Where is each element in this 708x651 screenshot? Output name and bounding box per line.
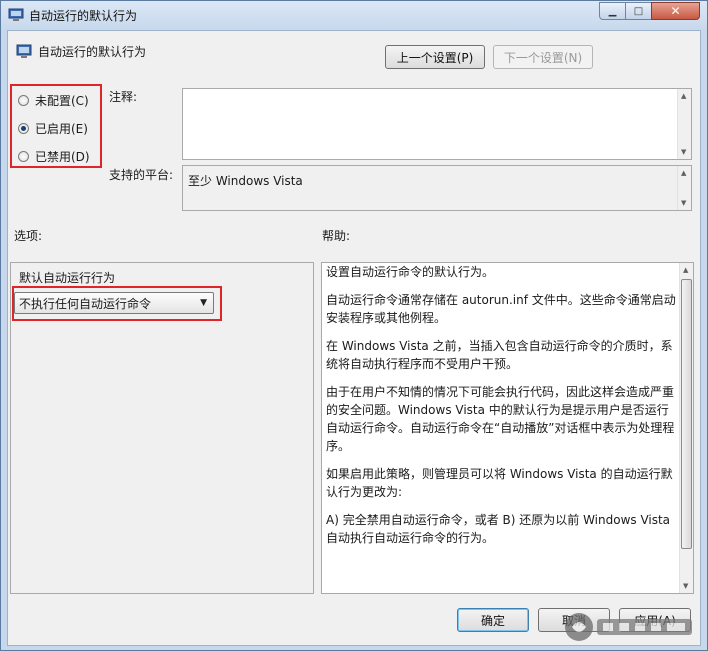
help-paragraph: 由于在用户不知情的情况下可能会执行代码，因此这样会造成严重的安全问题。Windo… xyxy=(326,385,675,453)
maximize-icon: □ xyxy=(633,5,644,17)
options-label: 选项: xyxy=(14,229,43,243)
maximize-button[interactable]: □ xyxy=(625,2,652,20)
help-text: 设置自动运行命令的默认行为。 自动运行命令通常存储在 autorun.inf 文… xyxy=(326,263,676,557)
help-scroll-thumb[interactable] xyxy=(681,279,692,549)
window-title: 自动运行的默认行为 xyxy=(29,9,138,23)
help-paragraph: 设置自动运行命令的默认行为。 xyxy=(326,265,495,279)
minimize-button[interactable]: ▁ xyxy=(599,2,626,20)
platform-value: 至少 Windows Vista xyxy=(188,174,303,188)
radio-button[interactable] xyxy=(18,95,29,106)
policy-settings-icon xyxy=(8,8,24,21)
radio-enabled[interactable]: 已启用(E) xyxy=(18,120,88,137)
next-setting-button[interactable]: 下一个设置(N) xyxy=(493,45,593,69)
help-paragraph: 在 Windows Vista 之前，当插入包含自动运行命令的介质时，系统将自动… xyxy=(326,339,673,371)
help-paragraph: 自动运行命令通常存储在 autorun.inf 文件中。这些命令通常启动安装程序… xyxy=(326,293,676,325)
setting-title: 自动运行的默认行为 xyxy=(38,45,147,59)
scroll-down-icon[interactable]: ▼ xyxy=(681,148,686,156)
close-button[interactable]: ✕ xyxy=(651,2,700,20)
site-watermark xyxy=(565,613,692,641)
comment-label: 注释: xyxy=(109,90,138,104)
radio-button[interactable] xyxy=(18,151,29,162)
scroll-up-icon[interactable]: ▲ xyxy=(681,169,686,177)
scroll-down-icon[interactable]: ▼ xyxy=(683,582,688,590)
dialog-client-area: 自动运行的默认行为 上一个设置(P) 下一个设置(N) 未配置(C) 已启用(E… xyxy=(7,30,701,646)
platform-scrollbar[interactable]: ▲ ▼ xyxy=(677,166,691,210)
scroll-down-icon[interactable]: ▼ xyxy=(681,199,686,207)
close-icon: ✕ xyxy=(670,4,681,18)
help-paragraph: A) 完全禁用自动运行命令，或者 B) 还原为以前 Windows Vista … xyxy=(326,513,671,545)
platform-field: 至少 Windows Vista ▲ ▼ xyxy=(182,165,692,211)
comment-textarea[interactable]: ▲ ▼ xyxy=(182,88,692,160)
help-panel: 设置自动运行命令的默认行为。 自动运行命令通常存储在 autorun.inf 文… xyxy=(321,262,694,594)
ok-button[interactable]: 确定 xyxy=(457,608,529,632)
platform-label: 支持的平台: xyxy=(109,168,174,182)
title-bar[interactable]: 自动运行的默认行为 ▁ □ ✕ xyxy=(1,1,707,29)
radio-label: 未配置(C) xyxy=(35,94,89,108)
minimize-icon: ▁ xyxy=(608,5,617,17)
radio-button[interactable] xyxy=(18,123,29,134)
policy-settings-icon xyxy=(16,44,32,58)
dropdown-value: 不执行任何自动运行命令 xyxy=(19,296,152,311)
help-scrollbar[interactable]: ▲ ▼ xyxy=(679,263,693,593)
scroll-up-icon[interactable]: ▲ xyxy=(683,266,688,274)
help-paragraph: 如果启用此策略，则管理员可以将 Windows Vista 的自动运行默认行为更… xyxy=(326,467,673,499)
autorun-behavior-dropdown[interactable]: 不执行任何自动运行命令 ▼ xyxy=(14,292,214,314)
radio-not-configured[interactable]: 未配置(C) xyxy=(18,92,89,109)
previous-setting-button[interactable]: 上一个设置(P) xyxy=(385,45,485,69)
radio-label: 已启用(E) xyxy=(35,122,88,136)
dialog-window: 自动运行的默认行为 ▁ □ ✕ 自动运行的默认行为 上一个设置(P) 下一个设置… xyxy=(0,0,708,651)
autorun-setting-label: 默认自动运行行为 xyxy=(19,271,116,285)
comment-scrollbar[interactable]: ▲ ▼ xyxy=(677,89,691,159)
scroll-up-icon[interactable]: ▲ xyxy=(681,92,686,100)
dropdown-arrow-icon[interactable]: ▼ xyxy=(200,298,207,308)
help-label: 帮助: xyxy=(322,229,351,243)
radio-label: 已禁用(D) xyxy=(35,150,90,164)
radio-disabled[interactable]: 已禁用(D) xyxy=(18,148,90,165)
